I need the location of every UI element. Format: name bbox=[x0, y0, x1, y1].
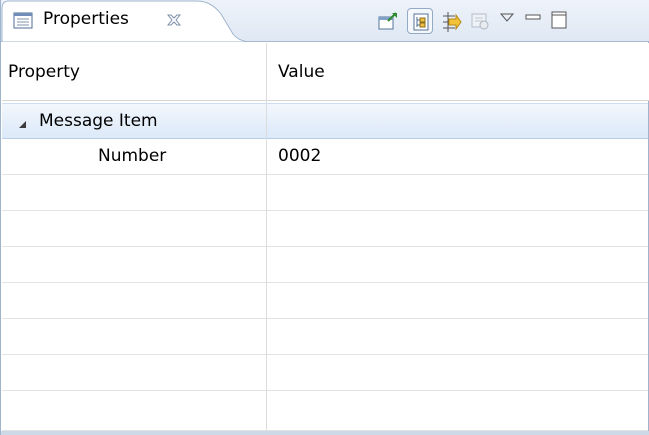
pin-to-selection-icon[interactable] bbox=[375, 8, 401, 34]
restore-default-value-icon[interactable] bbox=[467, 8, 493, 34]
view-header: Properties bbox=[1, 0, 649, 42]
tab-title: Properties bbox=[43, 9, 129, 29]
close-icon[interactable] bbox=[165, 11, 183, 29]
column-divider[interactable] bbox=[266, 43, 267, 431]
bottom-border bbox=[1, 431, 649, 435]
table-row-category[interactable]: Message Item bbox=[2, 103, 648, 139]
column-header-value[interactable]: Value bbox=[267, 43, 649, 101]
show-advanced-properties-icon[interactable] bbox=[437, 8, 463, 34]
property-name: Number bbox=[98, 146, 167, 166]
empty-row bbox=[2, 175, 648, 211]
category-label: Message Item bbox=[39, 111, 158, 131]
column-header-label: Property bbox=[8, 62, 80, 82]
view-menu-icon[interactable] bbox=[495, 8, 521, 34]
minimize-icon[interactable] bbox=[521, 8, 547, 34]
table-row[interactable]: Number 0002 bbox=[2, 139, 648, 175]
expanded-triangle-icon[interactable] bbox=[18, 115, 28, 135]
empty-row bbox=[2, 391, 648, 431]
empty-row bbox=[2, 283, 648, 319]
empty-row bbox=[2, 247, 648, 283]
show-categories-icon[interactable] bbox=[407, 8, 433, 34]
column-header-label: Value bbox=[278, 62, 325, 82]
properties-view: Properties Property Value Message Item N… bbox=[0, 0, 649, 435]
column-header-property[interactable]: Property bbox=[2, 43, 266, 101]
tab-properties[interactable]: Properties bbox=[1, 0, 253, 42]
property-value[interactable]: 0002 bbox=[278, 146, 321, 166]
empty-row bbox=[2, 319, 648, 355]
empty-row bbox=[2, 355, 648, 391]
empty-row bbox=[2, 211, 648, 247]
properties-icon bbox=[13, 12, 35, 30]
maximize-icon[interactable] bbox=[547, 8, 573, 34]
